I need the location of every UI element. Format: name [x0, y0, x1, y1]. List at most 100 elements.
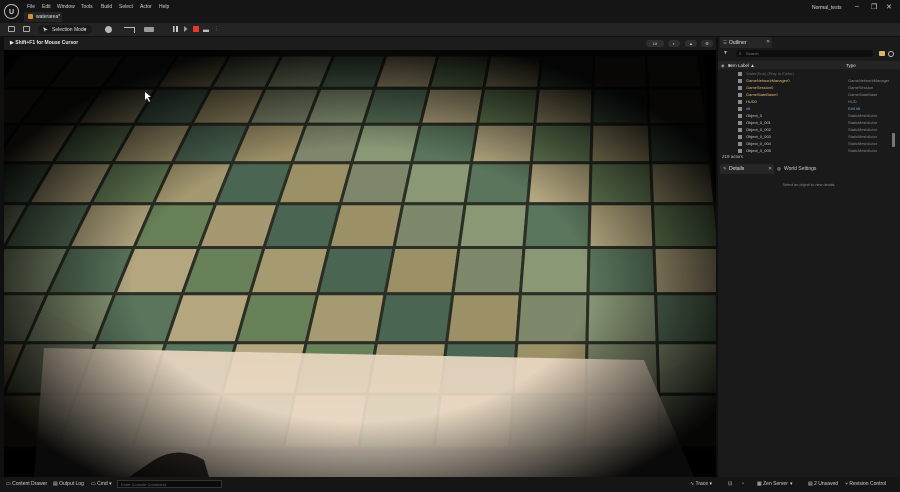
settings-icon[interactable]	[888, 50, 894, 57]
show-flags-button[interactable]: ◐	[668, 40, 680, 47]
outliner-row-type: StaticMeshActor	[848, 113, 878, 118]
cmd-dropdown[interactable]: ▭ Cmd ▾	[91, 481, 112, 487]
outliner-row[interactable]: GameNetworkManager0 GameNetworkManager	[718, 77, 894, 84]
actor-icon	[738, 149, 742, 153]
eject-icon[interactable]	[203, 26, 209, 32]
outliner-row-label: GameStateBase0	[746, 92, 778, 97]
outliner-tab-label: Outliner	[729, 39, 747, 46]
outliner-row[interactable]: Object_0_003 StaticMeshActor	[718, 133, 894, 140]
search-placeholder: Search	[746, 51, 759, 56]
outliner-row[interactable]: GameStateBase0 GameStateBase	[718, 91, 894, 98]
status-bar: ▭ Content Drawer ▤ Output Log ▭ Cmd ▾ En…	[0, 477, 900, 492]
close-icon[interactable]: ✕	[768, 166, 772, 172]
actor-count: 219 actors	[722, 154, 744, 159]
details-tab-label: Details	[729, 166, 745, 172]
unreal-logo-icon: U	[4, 4, 19, 19]
blueprint-icon[interactable]	[124, 27, 135, 33]
save-icon[interactable]	[8, 26, 15, 32]
maximize-button[interactable]: ❐	[871, 3, 877, 11]
menu-help[interactable]: Help	[159, 4, 169, 10]
outliner-row[interactable]: Object_0_001 StaticMeshActor	[718, 119, 894, 126]
zen-server-button[interactable]: ▦ Zen Server	[757, 481, 788, 487]
selection-mode-dropdown[interactable]: Selection Mode ▾	[38, 25, 92, 34]
mouse-cursor-hint: ▶ Shift+F1 for Mouse Cursor	[10, 40, 78, 46]
cursor-icon	[43, 27, 48, 32]
more-options-icon[interactable]: ⋮	[214, 26, 219, 32]
outliner-row-label: Water(Sub) (Play In Editor)	[746, 71, 794, 76]
outliner-row-type: HUD	[848, 99, 857, 104]
revision-control-button[interactable]: ⑂ Revision Control	[845, 481, 886, 487]
column-type[interactable]: Type	[846, 63, 856, 68]
derived-data-icon[interactable]: ⊡	[728, 481, 732, 487]
level-icon	[28, 14, 33, 19]
details-panel: ✎ Details ✕ ◍ World Settings Select an o…	[718, 164, 900, 477]
viewport-settings-button[interactable]: ⚙	[701, 40, 713, 47]
outliner-icon: ☰	[723, 39, 728, 45]
outliner-search-input[interactable]: ⌕ Search	[736, 50, 873, 57]
step-icon[interactable]	[184, 26, 188, 32]
outliner-row[interactable]: Object_0_002 StaticMeshActor	[718, 126, 894, 133]
title-bar: U File Edit Window Tools Build Select Ac…	[0, 0, 900, 23]
chevron-down-icon[interactable]: ▾	[790, 481, 793, 487]
menu-build[interactable]: Build	[101, 4, 112, 10]
view-mode-lit-button[interactable]: Lit	[646, 40, 664, 47]
outliner-column-header: ◉ ✱ Item Label ▲ Type	[718, 61, 900, 69]
filter-icon[interactable]: ▼	[723, 50, 728, 56]
stop-icon[interactable]	[193, 26, 199, 32]
menu-window[interactable]: Window	[57, 4, 75, 10]
content-drawer-button[interactable]: ▭ Content Drawer	[6, 481, 47, 487]
content-browse-icon[interactable]	[23, 26, 30, 32]
minimize-button[interactable]: –	[855, 3, 859, 10]
menu-file[interactable]: File	[27, 4, 35, 10]
cinematics-icon[interactable]	[144, 27, 154, 32]
visibility-icon[interactable]: ◉	[721, 63, 725, 68]
outliner-row[interactable]: Object_0_004 StaticMeshActor	[718, 140, 894, 147]
outliner-row[interactable]: GameSession0 GameSession	[718, 84, 894, 91]
console-placeholder: Enter Console Command	[121, 482, 166, 487]
pause-icon[interactable]	[173, 26, 178, 32]
details-tab[interactable]: ✎ Details ✕	[720, 164, 774, 174]
close-icon[interactable]: ✕	[766, 39, 770, 45]
chevron-down-icon: ▾	[84, 26, 87, 33]
unsaved-label: 2 Unsaved	[814, 481, 839, 487]
output-log-label: Output Log	[59, 481, 84, 487]
output-log-button[interactable]: ▤ Output Log	[53, 481, 84, 487]
level-tab[interactable]: waterarea*	[24, 12, 62, 22]
notifications-icon[interactable]: ◔	[741, 481, 744, 487]
actor-icon	[738, 128, 742, 132]
menu-edit[interactable]: Edit	[42, 4, 51, 10]
outliner-row[interactable]: Water(Sub) (Play In Editor)	[718, 70, 894, 77]
revision-control-label: Revision Control	[849, 481, 887, 487]
level-viewport[interactable]: ▶ Shift+F1 for Mouse Cursor Lit ◐ ▲ ⚙	[4, 37, 716, 477]
outliner-row-label: Object_0_002	[746, 127, 771, 132]
trace-dropdown[interactable]: ∿ Trace ▾	[690, 481, 712, 487]
actor-icon	[738, 142, 742, 146]
content-drawer-label: Content Drawer	[12, 481, 48, 487]
menu-select[interactable]: Select	[119, 4, 133, 10]
add-folder-icon[interactable]	[879, 51, 885, 56]
outliner-row[interactable]: Object_0_005 StaticMeshActor	[718, 147, 894, 154]
outliner-row-label: GameNetworkManager0	[746, 78, 790, 83]
actor-icon	[738, 93, 742, 97]
outliner-row-label: Object_0_003	[746, 134, 771, 139]
unsaved-button[interactable]: ▤ 2 Unsaved	[808, 481, 838, 487]
world-settings-tab[interactable]: ◍ World Settings	[776, 164, 840, 174]
console-command-input[interactable]: Enter Console Command	[117, 480, 222, 488]
column-item-label[interactable]: Item Label ▲	[728, 63, 755, 68]
outliner-tab[interactable]: ☰ Outliner ✕	[720, 37, 772, 48]
add-actor-icon[interactable]	[105, 26, 112, 33]
outliner-row-type: StaticMeshActor	[848, 134, 878, 139]
outliner-row[interactable]: Object_0 StaticMeshActor	[718, 112, 894, 119]
menu-tools[interactable]: Tools	[81, 4, 93, 10]
world-settings-label: World Settings	[784, 166, 817, 172]
outliner-row[interactable]: lift Edit lift	[718, 105, 894, 112]
outliner-scrollbar[interactable]	[892, 133, 895, 147]
actor-icon	[738, 121, 742, 125]
scalability-button[interactable]: ▲	[685, 40, 697, 47]
outliner-row-label: GameSession0	[746, 85, 774, 90]
outliner-row[interactable]: HUD0 HUD	[718, 98, 894, 105]
menu-actor[interactable]: Actor	[140, 4, 152, 10]
close-button[interactable]: ✕	[886, 3, 892, 11]
actor-icon	[738, 100, 742, 104]
outliner-row-label: HUD0	[746, 99, 757, 104]
